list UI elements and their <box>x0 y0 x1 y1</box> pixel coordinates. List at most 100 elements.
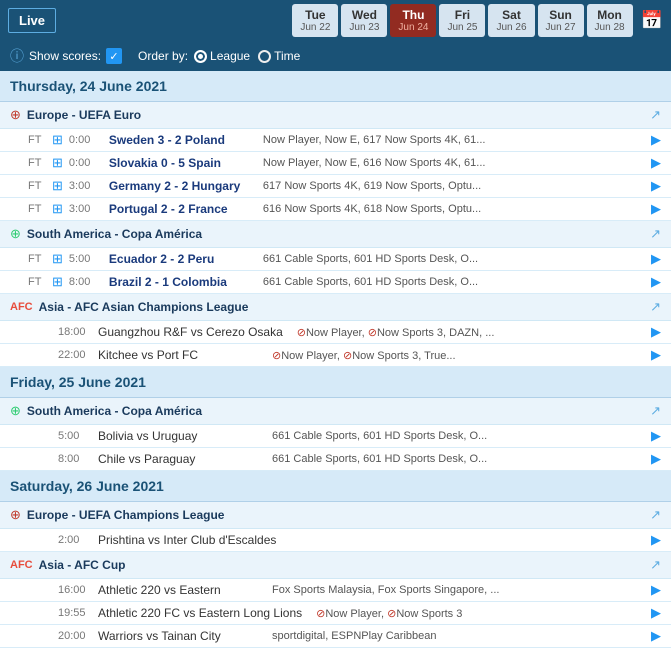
play-button[interactable]: ▶ <box>651 251 661 267</box>
match-time: 8:00 <box>69 276 105 288</box>
match-teams: Slovakia 0 - 5 Spain <box>109 156 249 170</box>
channel-name: Fox Sports Malaysia, Fox Sports Singapor… <box>272 584 499 596</box>
match-channels: sportdigital, ESPNPlay Caribbean <box>262 630 645 642</box>
day-tabs: TueJun 22WedJun 23ThuJun 24FriJun 25SatJ… <box>292 4 632 37</box>
play-button[interactable]: ▶ <box>651 451 661 467</box>
order-by: Order by: League Time <box>138 49 300 63</box>
competition-header: ⊕ Europe - UEFA Champions League ↗ <box>0 502 671 529</box>
match-channels: 661 Cable Sports, 601 HD Sports Desk, O.… <box>253 276 645 288</box>
match-status: FT <box>28 180 48 192</box>
radio-league[interactable]: League <box>194 49 250 63</box>
day-tab-thu[interactable]: ThuJun 24 <box>390 4 436 37</box>
external-link-icon[interactable]: ↗ <box>650 557 661 573</box>
match-row: FT ⊞ 3:00 Portugal 2 - 2 France 616 Now … <box>0 198 671 221</box>
calendar-icon[interactable]: 📅 <box>641 10 663 31</box>
external-link-icon[interactable]: ↗ <box>650 403 661 419</box>
match-time: 8:00 <box>58 453 94 465</box>
date-heading: Thursday, 24 June 2021 <box>0 71 671 102</box>
match-row: FT ⊞ 3:00 Germany 2 - 2 Hungary 617 Now … <box>0 175 671 198</box>
competition-name: South America - Copa América <box>27 227 644 241</box>
channel-name: ... <box>485 327 494 339</box>
day-tab-fri[interactable]: FriJun 25 <box>439 4 485 37</box>
channel-name: Now Player <box>281 350 337 362</box>
match-teams: Warriors vs Tainan City <box>98 629 258 643</box>
no-signal-icon: ⊘ <box>368 327 377 339</box>
competition-header: ⊕ Europe - UEFA Euro ↗ <box>0 102 671 129</box>
play-button[interactable]: ▶ <box>651 132 661 148</box>
competition-header: ⊕ South America - Copa América ↗ <box>0 221 671 248</box>
schedule-content: Thursday, 24 June 2021 ⊕ Europe - UEFA E… <box>0 71 671 648</box>
play-button[interactable]: ▶ <box>651 428 661 444</box>
competition-name: Asia - AFC Cup <box>39 558 644 572</box>
external-link-icon[interactable]: ↗ <box>650 299 661 315</box>
time-icon: ⊞ <box>52 274 63 290</box>
match-status: FT <box>28 157 48 169</box>
flag-icon: ⊕ <box>10 507 21 523</box>
external-link-icon[interactable]: ↗ <box>650 507 661 523</box>
channel-name: Now Player <box>306 327 362 339</box>
match-teams: Athletic 220 FC vs Eastern Long Lions <box>98 606 302 620</box>
play-button[interactable]: ▶ <box>651 324 661 340</box>
radio-group: League Time <box>194 49 300 63</box>
match-teams: Sweden 3 - 2 Poland <box>109 133 249 147</box>
match-time: 3:00 <box>69 180 105 192</box>
play-button[interactable]: ▶ <box>651 628 661 644</box>
flag-icon: AFC <box>10 559 33 571</box>
match-row: 20:00 Warriors vs Tainan City sportdigit… <box>0 625 671 648</box>
radio-time[interactable]: Time <box>258 49 300 63</box>
match-time: 5:00 <box>69 253 105 265</box>
day-tab-sun[interactable]: SunJun 27 <box>538 4 584 37</box>
match-row: 19:55 Athletic 220 FC vs Eastern Long Li… <box>0 602 671 625</box>
no-signal-icon: ⊘ <box>316 608 325 620</box>
match-channels: Now Player, Now E, 616 Now Sports 4K, 61… <box>253 157 645 169</box>
channel-name: 616 Now Sports 4K, 618 Now Sports, Optu.… <box>263 203 481 215</box>
channel-name: True... <box>424 350 455 362</box>
match-teams: Ecuador 2 - 2 Peru <box>109 252 249 266</box>
match-channels: Fox Sports Malaysia, Fox Sports Singapor… <box>262 584 645 596</box>
match-teams: Portugal 2 - 2 France <box>109 202 249 216</box>
match-teams: Brazil 2 - 1 Colombia <box>109 275 249 289</box>
flag-icon: ⊕ <box>10 226 21 242</box>
play-button[interactable]: ▶ <box>651 201 661 217</box>
channel-name: 661 Cable Sports, 601 HD Sports Desk, O.… <box>272 453 487 465</box>
match-channels: 617 Now Sports 4K, 619 Now Sports, Optu.… <box>253 180 645 192</box>
radio-time-circle <box>258 50 271 63</box>
play-button[interactable]: ▶ <box>651 274 661 290</box>
channel-name: Now Sports 3 <box>352 350 418 362</box>
channel-name: Now Sports 3 <box>396 608 462 620</box>
day-tab-sat[interactable]: SatJun 26 <box>488 4 534 37</box>
date-heading: Saturday, 26 June 2021 <box>0 471 671 502</box>
match-channels: 661 Cable Sports, 601 HD Sports Desk, O.… <box>262 453 645 465</box>
match-channels: Now Player, Now E, 617 Now Sports 4K, 61… <box>253 134 645 146</box>
channel-name: Now Player, Now E, 617 Now Sports 4K, 61… <box>263 134 486 146</box>
external-link-icon[interactable]: ↗ <box>650 226 661 242</box>
day-tab-tue[interactable]: TueJun 22 <box>292 4 338 37</box>
match-row: FT ⊞ 8:00 Brazil 2 - 1 Colombia 661 Cabl… <box>0 271 671 294</box>
play-button[interactable]: ▶ <box>651 532 661 548</box>
match-teams: Germany 2 - 2 Hungary <box>109 179 249 193</box>
match-status: FT <box>28 134 48 146</box>
time-icon: ⊞ <box>52 132 63 148</box>
no-signal-icon: ⊘ <box>343 350 352 362</box>
flag-icon: ⊕ <box>10 403 21 419</box>
match-channels: 616 Now Sports 4K, 618 Now Sports, Optu.… <box>253 203 645 215</box>
match-status: FT <box>28 276 48 288</box>
match-time: 0:00 <box>69 157 105 169</box>
channel-name: sportdigital, ESPNPlay Caribbean <box>272 630 436 642</box>
play-button[interactable]: ▶ <box>651 178 661 194</box>
external-link-icon[interactable]: ↗ <box>650 107 661 123</box>
no-signal-icon: ⊘ <box>387 608 396 620</box>
day-tab-wed[interactable]: WedJun 23 <box>341 4 387 37</box>
play-button[interactable]: ▶ <box>651 605 661 621</box>
live-badge[interactable]: Live <box>8 8 56 33</box>
show-scores-checkbox[interactable]: ✓ <box>106 48 122 64</box>
info-icon: ⓘ <box>10 46 24 66</box>
play-button[interactable]: ▶ <box>651 582 661 598</box>
competition-header: ⊕ South America - Copa América ↗ <box>0 398 671 425</box>
play-button[interactable]: ▶ <box>651 347 661 363</box>
play-button[interactable]: ▶ <box>651 155 661 171</box>
time-icon: ⊞ <box>52 155 63 171</box>
match-time: 18:00 <box>58 326 94 338</box>
day-tab-mon[interactable]: MonJun 28 <box>587 4 633 37</box>
competition-name: Asia - AFC Asian Champions League <box>39 300 644 314</box>
